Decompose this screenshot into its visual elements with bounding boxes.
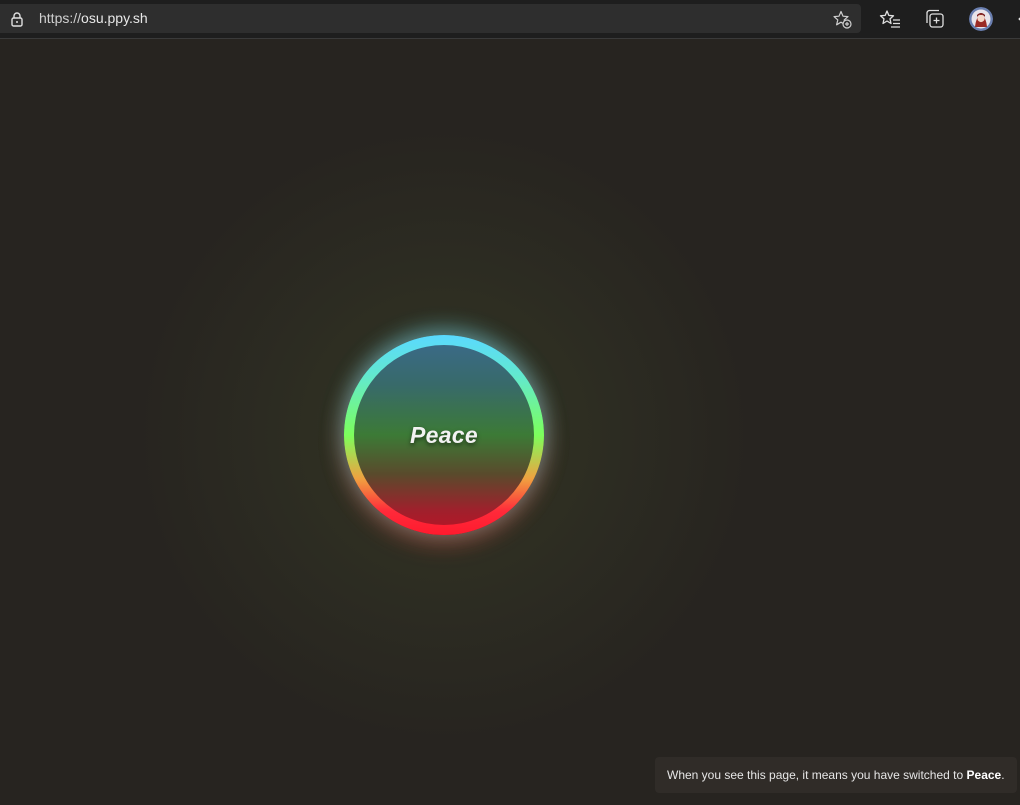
toast-message: When you see this page, it means you hav… (667, 768, 967, 782)
toast-mode-name: Peace (966, 768, 1002, 782)
url-protocol: https:// (39, 10, 82, 26)
browser-toolbar: https://osu.ppy.sh (0, 0, 1020, 39)
url-text[interactable]: https://osu.ppy.sh (39, 10, 148, 27)
favorites-list-icon[interactable] (879, 8, 901, 30)
notification-toast: When you see this page, it means you hav… (655, 757, 1017, 793)
more-menu-icon[interactable] (1012, 8, 1020, 30)
avatar-image (969, 7, 993, 31)
mode-label: Peace (409, 421, 478, 448)
url-host: osu.ppy.sh (81, 10, 148, 26)
toast-message-end: . (1001, 768, 1005, 782)
mode-ring-inner: Peace (354, 345, 534, 525)
collections-icon[interactable] (924, 8, 946, 30)
address-bar[interactable]: https://osu.ppy.sh (0, 4, 861, 33)
mode-ring[interactable]: Peace (344, 335, 544, 535)
star-plus-icon[interactable] (832, 9, 852, 29)
profile-avatar[interactable] (969, 7, 993, 31)
lock-icon[interactable] (9, 11, 25, 27)
